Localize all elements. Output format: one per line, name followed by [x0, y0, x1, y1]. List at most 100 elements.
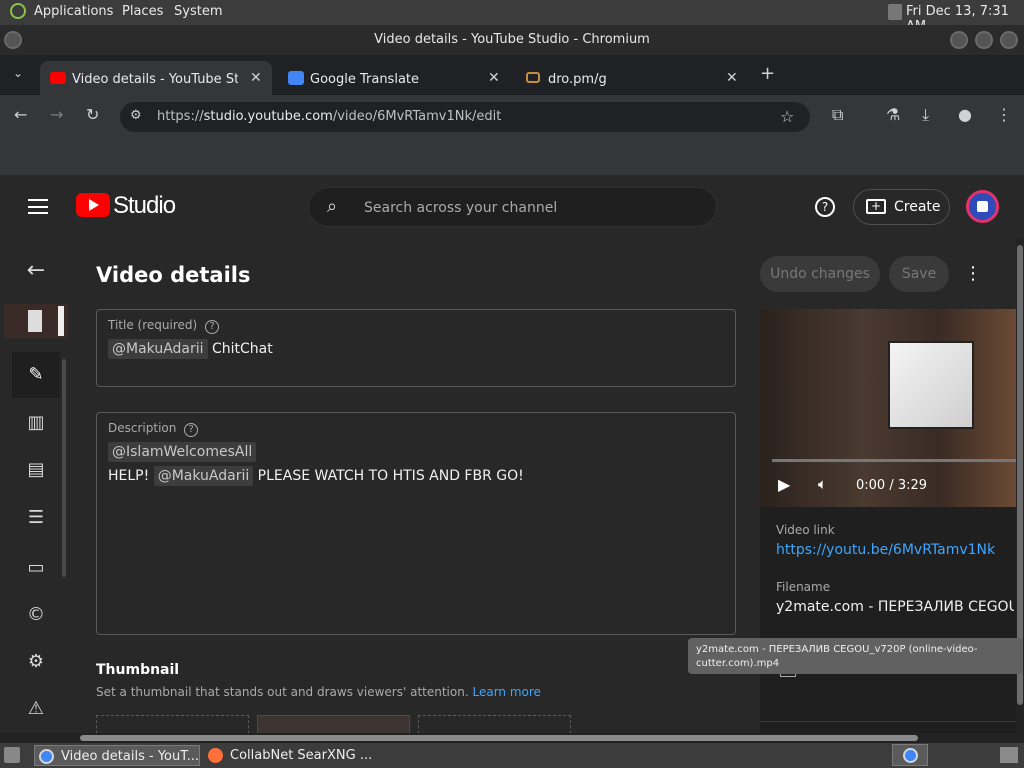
- studio-logo-text[interactable]: Studio: [113, 192, 176, 220]
- learn-more-link[interactable]: Learn more: [472, 685, 540, 699]
- system-taskbar: Video details - YouT... CollabNet SearXN…: [0, 743, 1024, 768]
- search-box[interactable]: ⌕ Search across your channel: [308, 187, 717, 227]
- panel-applet-icon: [888, 4, 902, 20]
- youtube-logo-icon[interactable]: [76, 193, 110, 217]
- minimize-button[interactable]: [950, 31, 968, 49]
- url-text: https://studio.youtube.com/video/6MvRTam…: [157, 109, 502, 124]
- chromium-icon: [39, 749, 54, 764]
- site-info-tune-icon[interactable]: ⚙: [130, 108, 142, 123]
- filename-value: y2mate.com - ПЕРЕЗАЛИВ CEGOU_: [776, 599, 1014, 615]
- address-bar[interactable]: ⚙ https://studio.youtube.com/video/6MvRT…: [120, 102, 810, 132]
- mention-chip[interactable]: @MakuAdarii: [153, 466, 254, 486]
- window-titlebar: Video details - YouTube Studio - Chromiu…: [0, 25, 1024, 55]
- video-frame-image: [888, 341, 974, 429]
- description-field[interactable]: Description ? @IslamWelcomesAll HELP! @M…: [96, 412, 736, 635]
- video-thumbnail-small[interactable]: [4, 304, 68, 338]
- folder-favicon-icon: [526, 72, 540, 83]
- taskbar-chromium-window[interactable]: Video details - YouT...: [34, 745, 200, 766]
- hamburger-menu-icon[interactable]: [28, 199, 48, 214]
- seek-bar[interactable]: [772, 459, 1016, 462]
- title-field[interactable]: Title (required) ? @MakuAdarii ChitChat: [96, 309, 736, 387]
- firefox-icon: [208, 748, 223, 763]
- copyright-icon[interactable]: ©: [24, 603, 48, 627]
- title-text: ChitChat: [207, 341, 273, 357]
- tab-strip: ⌄ Video details - YouTube Stud ✕ Google …: [0, 55, 1024, 95]
- thumbnail-heading: Thumbnail: [96, 662, 180, 678]
- help-circle-icon[interactable]: ?: [184, 423, 199, 437]
- search-placeholder: Search across your channel: [364, 200, 558, 216]
- system-top-panel: Applications Places System Fri Dec 13, 7…: [0, 0, 1024, 34]
- video-link-label: Video link: [776, 523, 835, 537]
- close-window-button[interactable]: [1000, 31, 1018, 49]
- page-horizontal-scrollbar[interactable]: [0, 733, 1016, 743]
- video-link[interactable]: https://youtu.be/6MvRTamv1Nk: [776, 542, 995, 558]
- downloads-icon[interactable]: ⤓: [922, 105, 929, 125]
- time-display: 0:00 / 3:29: [856, 478, 928, 493]
- reload-icon[interactable]: ↻: [86, 105, 99, 124]
- youtube-favicon-icon: [50, 72, 66, 84]
- more-options-icon[interactable]: ⋮: [964, 263, 982, 284]
- create-video-icon: +: [866, 199, 886, 214]
- create-button[interactable]: + Create: [853, 189, 950, 225]
- tab-video-details[interactable]: Video details - YouTube Stud ✕: [40, 61, 272, 95]
- distro-logo-icon[interactable]: [10, 3, 26, 19]
- back-arrow-icon[interactable]: ←: [24, 259, 48, 283]
- studio-header: Studio ⌕ Search across your channel ? + …: [0, 175, 1024, 239]
- help-icon[interactable]: ?: [815, 197, 835, 217]
- show-desktop-icon[interactable]: [4, 747, 20, 763]
- places-menu[interactable]: Places: [122, 4, 163, 19]
- mention-chip[interactable]: @IslamWelcomesAll: [108, 442, 257, 462]
- thumbnail-help-text: Set a thumbnail that stands out and draw…: [96, 685, 541, 699]
- workspace-switcher[interactable]: [892, 744, 928, 766]
- profile-icon[interactable]: ●: [958, 105, 972, 124]
- browser-toolbar: ← → ↻ ⚙ https://studio.youtube.com/video…: [0, 95, 1024, 139]
- edit-pencil-icon: ✎: [28, 364, 44, 385]
- tab-google-translate[interactable]: Google Translate ✕: [278, 61, 510, 95]
- comments-icon[interactable]: ☰: [24, 506, 48, 530]
- new-tab-plus-icon[interactable]: +: [760, 63, 775, 84]
- title-field-label: Title (required): [108, 318, 198, 332]
- video-player[interactable]: ▶ 🔈︎ 0:00 / 3:29: [760, 309, 1016, 507]
- video-preview-panel: ▶ 🔈︎ 0:00 / 3:29 Video link https://yout…: [760, 309, 1020, 739]
- search-icon: ⌕: [327, 196, 338, 217]
- system-menu[interactable]: System: [174, 4, 222, 19]
- page-title: Video details: [96, 263, 251, 287]
- tab-dro-pm[interactable]: dro.pm/g ✕: [516, 61, 748, 95]
- subtitles-icon[interactable]: ▭: [24, 556, 48, 580]
- feedback-icon[interactable]: ⚠: [24, 697, 48, 721]
- chromium-icon: [903, 748, 918, 763]
- labs-flask-icon[interactable]: ⚗: [886, 105, 900, 124]
- mention-chip[interactable]: @MakuAdarii: [108, 339, 208, 359]
- bookmarks-bar: [0, 139, 1024, 175]
- close-tab-icon[interactable]: ✕: [250, 70, 262, 86]
- volume-icon[interactable]: 🔈︎: [818, 475, 827, 493]
- close-tab-icon[interactable]: ✕: [726, 70, 738, 86]
- undo-changes-button[interactable]: Undo changes: [760, 256, 880, 292]
- account-avatar[interactable]: [966, 190, 999, 223]
- details-nav-item[interactable]: ✎: [12, 352, 60, 398]
- filename-label: Filename: [776, 580, 831, 594]
- extensions-puzzle-icon[interactable]: ⧉: [832, 105, 843, 125]
- applications-menu[interactable]: Applications: [34, 4, 113, 19]
- translate-favicon-icon: [288, 71, 304, 85]
- save-button[interactable]: Save: [889, 256, 949, 292]
- settings-gear-icon[interactable]: ⚙: [24, 650, 48, 674]
- window-title: Video details - YouTube Studio - Chromiu…: [374, 32, 650, 47]
- play-icon[interactable]: ▶: [778, 475, 790, 494]
- maximize-button[interactable]: [975, 31, 993, 49]
- help-circle-icon[interactable]: ?: [205, 320, 220, 334]
- filename-tooltip: y2mate.com - ПЕРЕЗАЛИВ CEGOU_v720P (onli…: [688, 638, 1023, 674]
- trash-icon[interactable]: [1000, 747, 1018, 763]
- studio-left-rail: ← ✎ ▥ ▤ ☰ ▭ © ⚙ ⚠: [0, 239, 72, 743]
- bookmark-star-icon[interactable]: ☆: [780, 107, 794, 126]
- close-tab-icon[interactable]: ✕: [488, 70, 500, 86]
- browser-menu-icon[interactable]: ⋮: [996, 105, 1012, 124]
- back-arrow-icon[interactable]: ←: [14, 105, 27, 124]
- forward-arrow-icon[interactable]: →: [50, 105, 63, 124]
- tab-search-chevron-icon[interactable]: ⌄: [13, 66, 23, 80]
- analytics-icon[interactable]: ▥: [24, 411, 48, 435]
- taskbar-firefox-window[interactable]: CollabNet SearXNG ...: [204, 745, 380, 766]
- editor-clapper-icon[interactable]: ▤: [24, 458, 48, 482]
- rail-scrollbar[interactable]: [62, 359, 66, 577]
- description-field-label: Description: [108, 421, 177, 435]
